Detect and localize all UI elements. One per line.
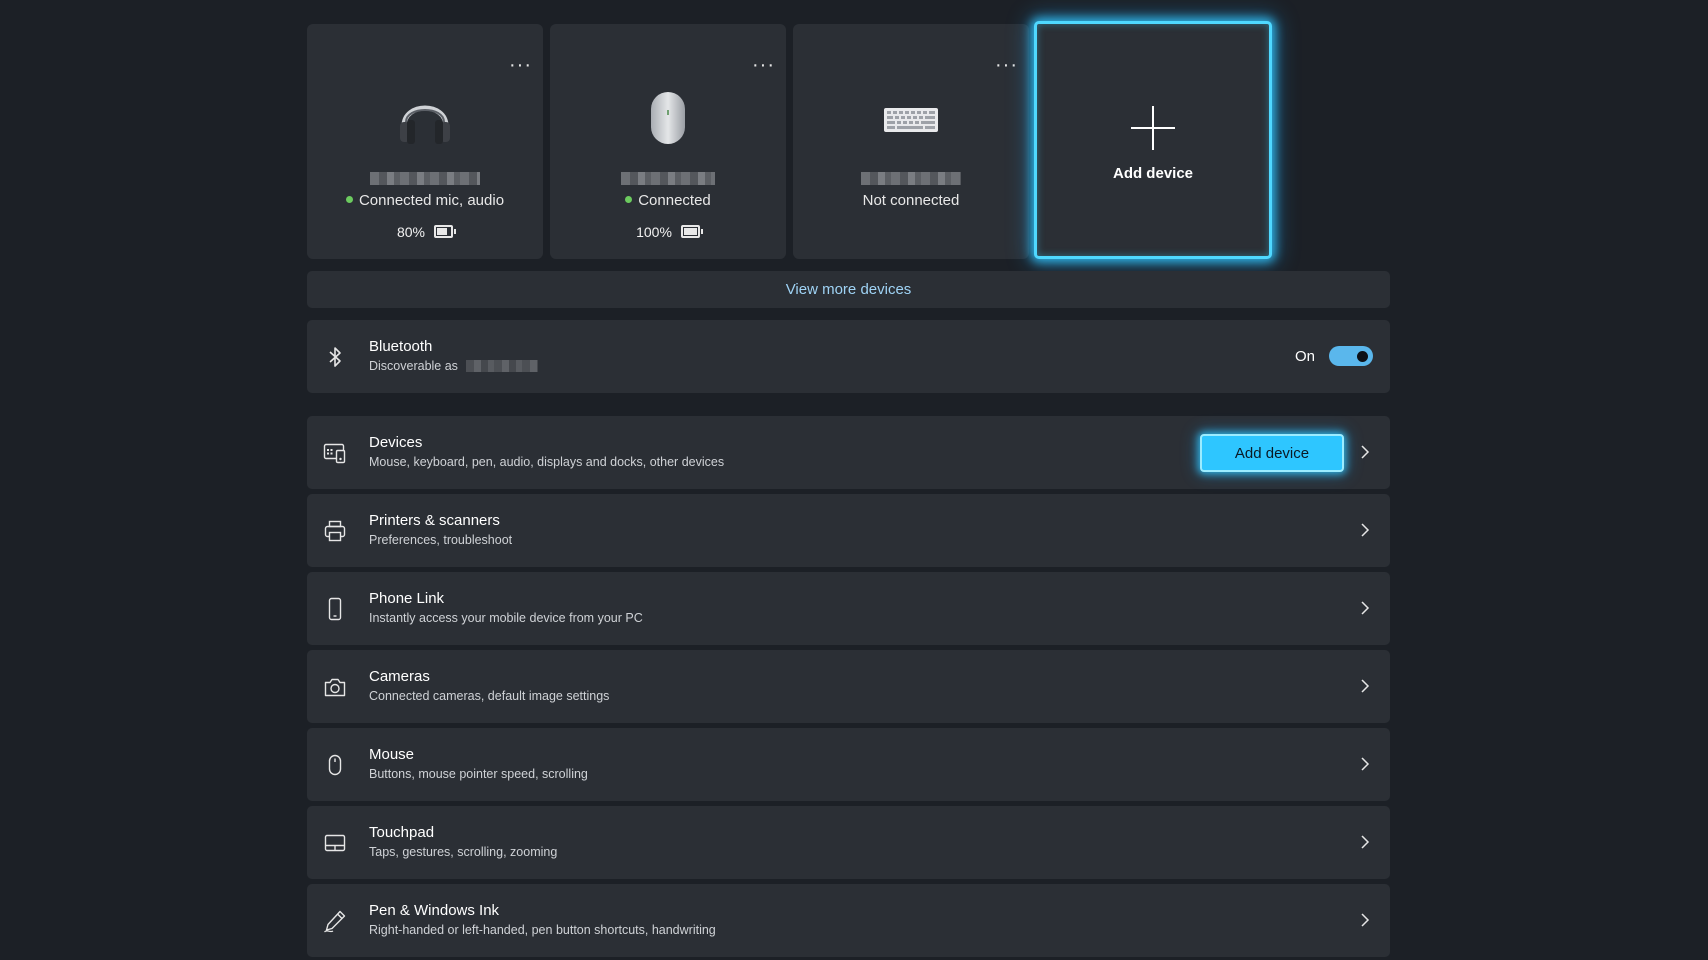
row-subtitle: Right-handed or left-handed, pen button … (369, 923, 716, 937)
connected-dot-icon (345, 196, 353, 203)
camera-icon (324, 678, 346, 697)
battery-level: 100% (550, 224, 786, 240)
row-subtitle: Mouse, keyboard, pen, audio, displays an… (369, 455, 725, 469)
printer-icon (324, 520, 346, 542)
settings-row-devices[interactable]: Devices Mouse, keyboard, pen, audio, dis… (307, 416, 1390, 489)
more-options-icon[interactable]: ··· (752, 55, 774, 75)
keyboard-icon (884, 108, 938, 132)
device-card-keyboard[interactable]: ··· Not connected (793, 24, 1029, 259)
row-subtitle: Taps, gestures, scrolling, zooming (369, 845, 558, 859)
row-subtitle: Instantly access your mobile device from… (369, 611, 643, 625)
row-subtitle: Buttons, mouse pointer speed, scrolling (369, 767, 588, 781)
bluetooth-row: Bluetooth Discoverable as On (307, 320, 1390, 393)
device-status: Connected mic, audio (307, 192, 543, 209)
row-title: Cameras (369, 668, 430, 685)
touchpad-icon (324, 834, 346, 852)
more-options-icon[interactable]: ··· (509, 55, 531, 75)
chevron-right-icon (1361, 913, 1370, 927)
device-status: Not connected (862, 192, 960, 209)
device-card-headphones[interactable]: ··· Connected mic, audio 80% (307, 24, 543, 259)
bluetooth-title: Bluetooth (369, 338, 433, 355)
chevron-right-icon (1361, 835, 1370, 849)
settings-row-mouse[interactable]: Mouse Buttons, mouse pointer speed, scro… (307, 728, 1390, 801)
bluetooth-toggle-label: On (1294, 348, 1315, 365)
chevron-right-icon (1361, 757, 1370, 771)
view-more-devices-link[interactable]: View more devices (307, 271, 1390, 308)
pc-name-redacted (465, 360, 538, 372)
devices-icon (323, 443, 346, 464)
plus-icon (1131, 106, 1175, 150)
device-name-redacted (370, 172, 480, 185)
row-title: Mouse (369, 746, 415, 763)
add-device-card-label: Add device (1112, 165, 1194, 182)
settings-row-pen[interactable]: Pen & Windows Ink Right-handed or left-h… (307, 884, 1390, 957)
connected-dot-icon (625, 196, 633, 203)
settings-row-cameras[interactable]: Cameras Connected cameras, default image… (307, 650, 1390, 723)
row-subtitle: Connected cameras, default image setting… (369, 689, 610, 703)
add-device-button[interactable]: Add device (1200, 434, 1344, 472)
chevron-right-icon (1361, 523, 1370, 537)
row-title: Phone Link (369, 590, 445, 607)
add-device-card[interactable]: Add device (1034, 21, 1272, 259)
bluetooth-subtitle: Discoverable as (369, 359, 538, 373)
bluetooth-devices-page: ··· Connected mic, audio 80% ··· Connect… (0, 0, 1708, 960)
mouse-icon (328, 754, 342, 776)
bluetooth-icon (329, 347, 341, 367)
row-subtitle: Preferences, troubleshoot (369, 533, 513, 547)
phone-icon (328, 597, 342, 621)
device-status: Connected (550, 192, 786, 209)
battery-icon (680, 225, 703, 238)
chevron-right-icon (1361, 679, 1370, 693)
row-title: Pen & Windows Ink (369, 902, 500, 919)
row-title: Devices (369, 434, 423, 451)
row-title: Printers & scanners (369, 512, 500, 529)
settings-row-printers[interactable]: Printers & scanners Preferences, trouble… (307, 494, 1390, 567)
battery-level: 80% (307, 224, 543, 240)
row-title: Touchpad (369, 824, 435, 841)
headphones-icon (400, 105, 450, 144)
toggle-knob (1357, 351, 1368, 362)
settings-row-touchpad[interactable]: Touchpad Taps, gestures, scrolling, zoom… (307, 806, 1390, 879)
battery-icon (434, 225, 457, 238)
settings-row-phone-link[interactable]: Phone Link Instantly access your mobile … (307, 572, 1390, 645)
device-name-redacted (861, 172, 961, 185)
device-name-redacted (621, 172, 715, 185)
more-options-icon[interactable]: ··· (995, 55, 1017, 75)
chevron-right-icon (1361, 445, 1370, 459)
mouse-icon (651, 92, 685, 144)
pen-icon (324, 910, 346, 933)
chevron-right-icon (1361, 601, 1370, 615)
bluetooth-toggle[interactable] (1329, 346, 1373, 366)
device-card-mouse[interactable]: ··· Connected 100% (550, 24, 786, 259)
